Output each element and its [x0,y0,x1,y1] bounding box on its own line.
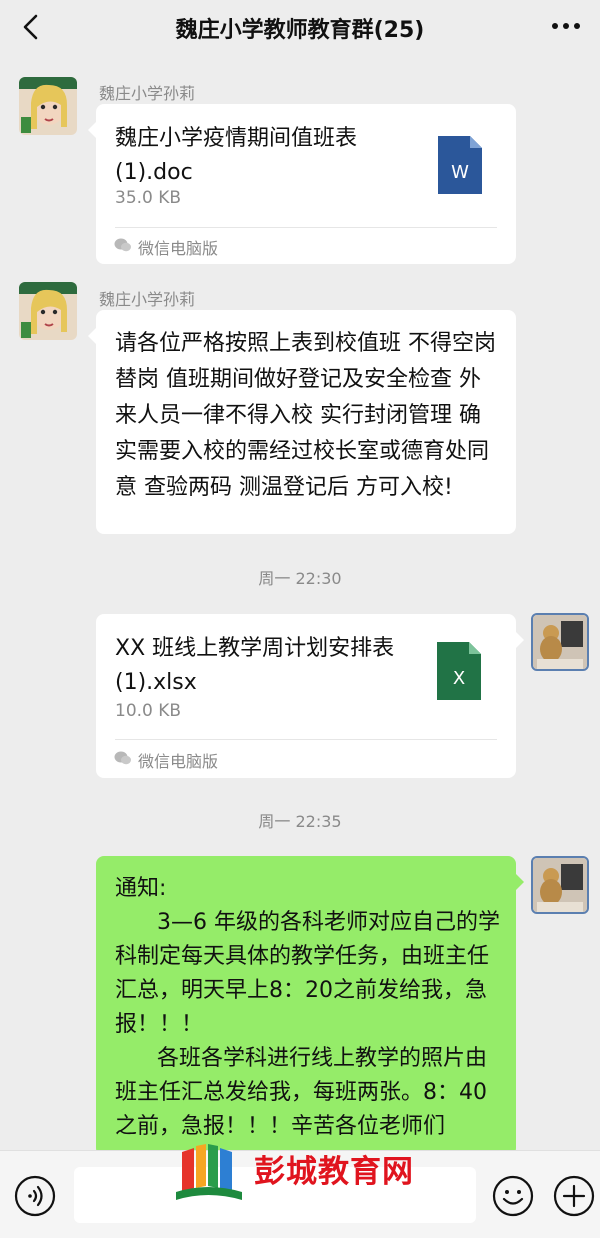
excel-file-icon: X [437,642,481,700]
watermark-logo: 彭城教育网 [172,1140,432,1208]
source-label: 微信电脑版 [138,239,219,258]
divider [115,739,497,740]
excel-file-letter: X [453,668,465,689]
wechat-pc-icon [114,238,131,252]
wechat-pc-icon [114,751,131,765]
file-name: XX 班线上教学周计划安排表(1).xlsx [115,636,395,695]
avatar[interactable] [531,613,589,671]
more-icon[interactable] [550,16,582,36]
word-file-letter: W [451,162,469,183]
watermark-text: 彭城教育网 [254,1154,414,1190]
avatar[interactable] [19,282,77,340]
file-size: 35.0 KB [115,188,182,208]
chat-title: 魏庄小学教师教育群(25) [175,18,425,43]
emoji-icon[interactable] [492,1175,534,1217]
chat-header: 魏庄小学教师教育群(25) [0,0,600,56]
divider [115,227,497,228]
voice-icon[interactable] [14,1175,56,1217]
book-logo-icon [176,1144,242,1200]
notice-message[interactable]: 通知: 3—6 年级的各科老师对应自己的学科制定每天具体的教学任务，由班主任汇总… [96,856,524,1156]
message-text: 请各位严格按照上表到校值班 不得空岗替岗 值班期间做好登记及安全检查 外来人员一… [115,331,496,500]
word-file-icon: W [438,136,482,194]
timestamp: 周一 22:35 [258,812,342,831]
sender-name: 魏庄小学孙莉 [99,290,196,309]
file-message[interactable]: XX 班线上教学周计划安排表(1).xlsx 10.0 KB X 微信电脑版 [96,614,524,778]
file-message[interactable]: 魏庄小学疫情期间值班表(1).doc 35.0 KB W 微信电脑版 [88,104,516,264]
file-name: 魏庄小学疫情期间值班表(1).doc [115,126,358,185]
text-message[interactable]: 请各位严格按照上表到校值班 不得空岗替岗 值班期间做好登记及安全检查 外来人员一… [88,310,516,534]
timestamp: 周一 22:30 [258,569,342,588]
source-label: 微信电脑版 [138,752,219,771]
plus-icon[interactable] [553,1175,595,1217]
avatar[interactable] [531,856,589,914]
message-text: 通知: 3—6 年级的各科老师对应自己的学科制定每天具体的教学任务，由班主任汇总… [115,876,500,1139]
back-icon[interactable] [18,12,46,42]
avatar[interactable] [19,77,77,135]
file-size: 10.0 KB [115,701,182,721]
sender-name: 魏庄小学孙莉 [99,84,196,103]
